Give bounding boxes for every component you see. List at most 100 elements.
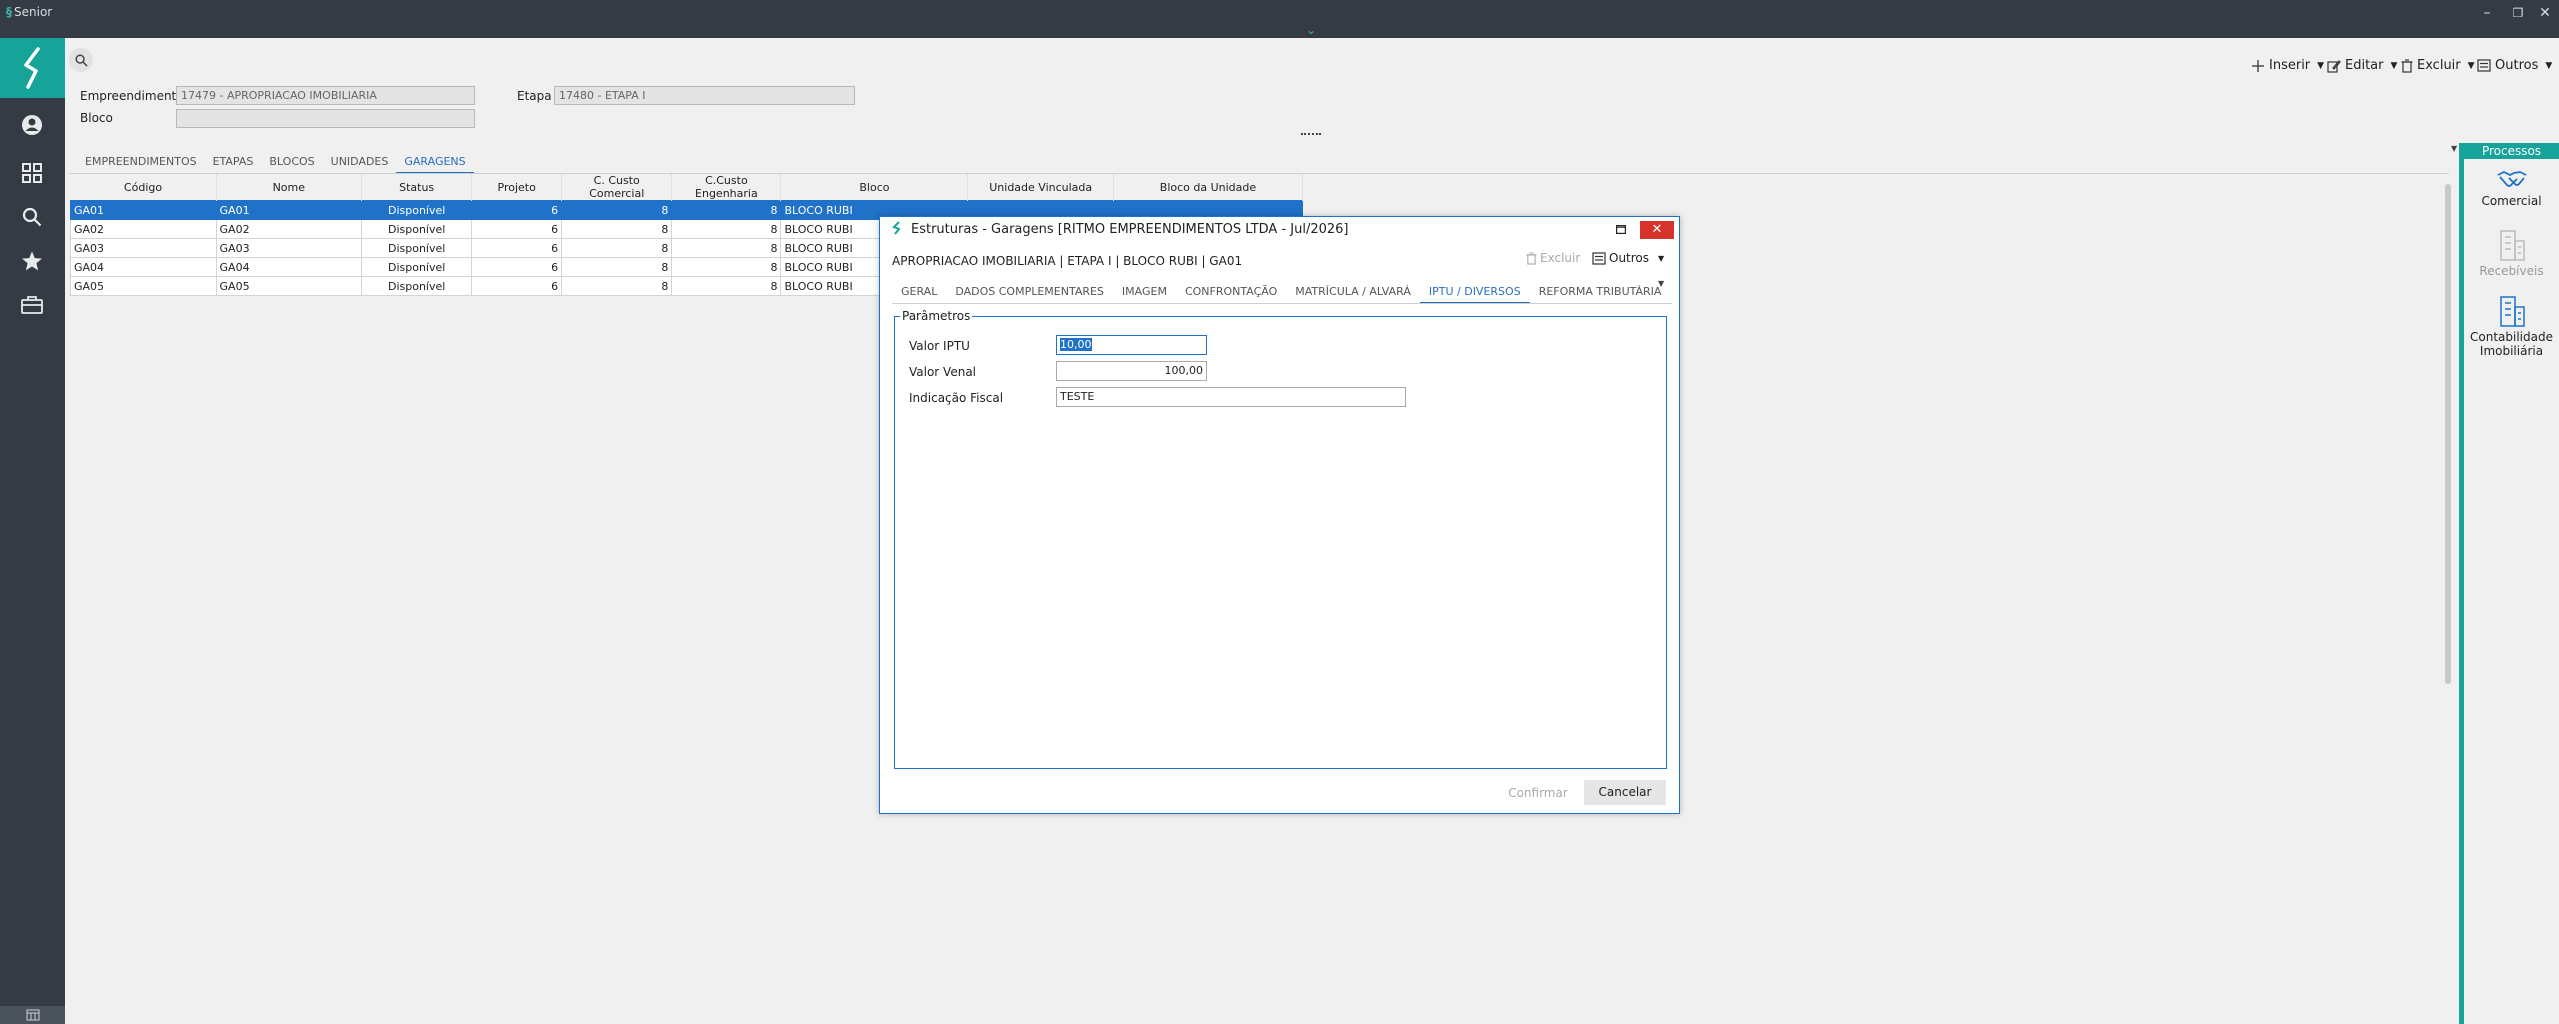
others-button[interactable]: Outros ▼ [2477,58,2552,73]
parametros-group: Parâmetros Valor IPTU 10,00 Valor Venal … [894,309,1667,769]
valor-iptu-value: 10,00 [1060,338,1092,351]
col-custo-engenharia[interactable]: C.Custo Engenharia [671,174,782,201]
col-bloco[interactable]: Bloco [780,174,969,201]
valor-iptu-input[interactable]: 10,00 [1056,335,1207,355]
caret-down-icon[interactable]: ▼ [1658,279,1664,288]
cell-custo-comercial: 8 [561,238,673,258]
cell-status: Disponível [361,276,473,296]
col-unidade-vinculada[interactable]: Unidade Vinculada [967,174,1114,201]
left-navigation [0,38,65,1024]
col-status[interactable]: Status [361,174,473,201]
user-icon[interactable] [17,110,47,140]
list-icon [1592,251,1606,265]
indicacao-fiscal-input[interactable]: TESTE [1056,387,1406,407]
structure-tabs: EMPREENDIMENTOS ETAPAS BLOCOS UNIDADES G… [77,153,474,174]
minimize-button[interactable]: – [2476,3,2498,23]
delete-button[interactable]: Excluir ▼ [2401,58,2475,73]
valor-venal-input[interactable]: 100,00 [1056,361,1207,381]
cell-custo-comercial: 8 [561,257,673,277]
bloco-field[interactable] [176,109,475,128]
cell-custo-comercial: 8 [561,200,673,220]
insert-button[interactable]: Inserir ▼ [2251,58,2324,73]
caret-down-icon: ▼ [2390,60,2398,71]
dialog-delete-label: Excluir [1540,251,1581,265]
dialog-others-label: Outros [1609,251,1650,265]
cell-codigo: GA04 [70,257,217,277]
list-icon [2477,59,2491,72]
cell-nome: GA04 [215,257,363,277]
brand-logo[interactable] [0,38,65,98]
tab-imagem[interactable]: IMAGEM [1113,283,1176,304]
tab-matricula-alvara[interactable]: MATRÍCULA / ALVARÁ [1286,283,1420,304]
maximize-button[interactable] [1613,221,1629,237]
caret-down-icon: ▼ [1658,253,1665,263]
edit-button[interactable]: Editar ▼ [2327,58,2397,73]
tab-iptu-diversos[interactable]: IPTU / DIVERSOS [1419,283,1530,304]
col-nome[interactable]: Nome [216,174,363,201]
insert-label: Inserir [2269,58,2311,73]
empreendimento-label: Empreendimento [80,89,184,103]
edit-label: Editar [2345,58,2384,73]
tab-geral[interactable]: GERAL [892,283,946,304]
building-icon [2499,296,2525,327]
table-scrollbar[interactable] [2445,184,2451,684]
tab-empreendimentos[interactable]: EMPREENDIMENTOS [77,153,205,174]
cell-projeto: 6 [471,257,563,277]
process-recebiveis[interactable]: Recebíveis [2464,229,2559,278]
dialog-title-bar: Estruturas - Garagens [RITMO EMPREENDIME… [880,217,1679,241]
star-icon[interactable] [17,246,47,276]
delete-label: Excluir [2417,58,2461,73]
tab-garagens[interactable]: GARAGENS [396,153,474,174]
valor-venal-label: Valor Venal [909,365,977,379]
dialog-context: APROPRIACAO IMOBILIARIA | ETAPA I | BLOC… [892,254,1243,268]
search-button[interactable] [69,48,93,72]
dialog-others-button[interactable]: Outros ▼ [1592,251,1664,265]
tab-confrontacao[interactable]: CONFRONTAÇÃO [1176,283,1286,304]
restore-button[interactable]: ❐ [2507,3,2529,23]
apps-grid-icon[interactable] [17,158,47,188]
dialog-close-button[interactable]: ✕ [1640,221,1674,239]
collapse-bar[interactable]: ⌄ [0,23,2559,38]
tab-blocos[interactable]: BLOCOS [261,153,322,174]
process-comercial-label: Comercial [2481,194,2542,208]
cell-projeto: 6 [471,238,563,258]
dialog-title: Estruturas - Garagens [RITMO EMPREENDIME… [911,222,1349,237]
etapa-label: Etapa [517,89,552,103]
cell-projeto: 6 [471,219,563,239]
cell-status: Disponível [361,238,473,258]
trash-icon [2401,58,2413,73]
confirm-button[interactable]: Confirmar [1498,782,1578,804]
briefcase-icon[interactable] [17,290,47,320]
others-label: Outros [2495,58,2539,73]
calendar-icon[interactable] [0,1006,65,1024]
tab-dados-complementares[interactable]: DADOS COMPLEMENTARES [946,283,1113,304]
col-bloco-unidade[interactable]: Bloco da Unidade [1113,174,1304,201]
col-custo-comercial[interactable]: C. Custo Comercial [561,174,673,201]
splitter-handle[interactable] [1301,133,1321,135]
caret-down-icon[interactable]: ▼ [2451,144,2457,153]
tab-etapas[interactable]: ETAPAS [205,153,262,174]
cell-nome: GA05 [215,276,363,296]
cancel-button[interactable]: Cancelar [1584,780,1666,805]
tab-unidades[interactable]: UNIDADES [323,153,397,174]
empreendimento-field[interactable]: 17479 - APROPRIACAO IMOBILIARIA [176,86,475,105]
caret-down-icon: ▼ [2317,60,2325,71]
dialog-delete-button[interactable]: Excluir [1526,251,1580,265]
cell-nome: GA03 [215,238,363,258]
parametros-legend: Parâmetros [900,309,973,323]
cell-custo-engenharia: 8 [671,200,782,220]
process-comercial[interactable]: Comercial [2464,169,2559,208]
process-recebiveis-label: Recebíveis [2479,264,2544,278]
cell-nome: GA02 [215,219,363,239]
chevron-down-icon[interactable]: ⌄ [1306,23,1316,37]
close-window-button[interactable]: ✕ [2534,3,2556,23]
col-projeto[interactable]: Projeto [471,174,563,201]
cell-codigo: GA01 [70,200,217,220]
tab-reforma-tributaria[interactable]: REFORMA TRIBUTÁRIA [1530,283,1671,304]
etapa-field[interactable]: 17480 - ETAPA I [554,86,855,105]
search-icon[interactable] [17,202,47,232]
cell-codigo: GA03 [70,238,217,258]
indicacao-fiscal-label: Indicação Fiscal [909,391,1004,405]
col-codigo[interactable]: Código [70,174,217,201]
process-contabilidade[interactable]: Contabilidade Imobiliária [2464,295,2559,358]
